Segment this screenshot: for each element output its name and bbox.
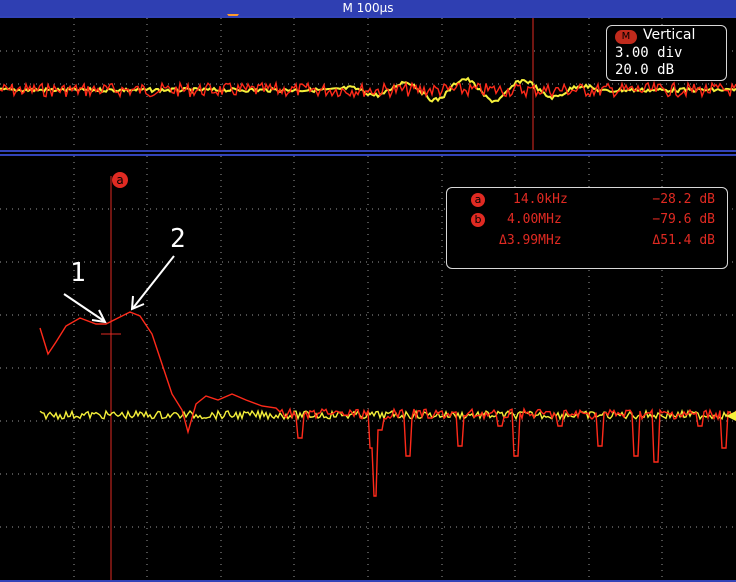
cursor-a-frequency: 14.0kHz xyxy=(513,192,568,207)
annotation-arrow-1 xyxy=(63,293,107,324)
vertical-scale: 3.00 div xyxy=(615,45,683,61)
timebase-label: M 100µs xyxy=(342,1,394,15)
annotation-label-1: 1 xyxy=(70,258,86,288)
math-badge: M xyxy=(615,30,637,44)
cursor-a-level: −28.2 dB xyxy=(652,192,715,207)
cursor-readout[interactable]: a 14.0kHz −28.2 dB b 4.00MHz −79.6 dB Δ3… xyxy=(446,187,728,269)
cursor-b-level: −79.6 dB xyxy=(652,212,715,227)
annotation-label-2: 2 xyxy=(170,224,186,254)
cursor-a-badge[interactable]: a xyxy=(112,172,128,188)
annotation-arrow-2 xyxy=(130,255,175,311)
cursor-delta-level: Δ51.4 dB xyxy=(652,233,715,248)
cursor-a-readout-badge: a xyxy=(471,193,485,207)
cursor-b-readout-badge: b xyxy=(471,213,485,227)
time-domain-panel[interactable]: M Vertical 3.00 div 20.0 dB xyxy=(0,16,736,152)
cursor-delta-frequency: Δ3.99MHz xyxy=(499,233,562,248)
cursor-b-frequency: 4.00MHz xyxy=(507,212,562,227)
timebase-bar: M 100µs xyxy=(0,0,736,16)
vertical-offset: 20.0 dB xyxy=(615,62,675,78)
reference-spectrum-trace xyxy=(39,311,736,497)
vertical-title: Vertical xyxy=(643,27,696,43)
vertical-readout[interactable]: M Vertical 3.00 div 20.0 dB xyxy=(606,25,727,81)
